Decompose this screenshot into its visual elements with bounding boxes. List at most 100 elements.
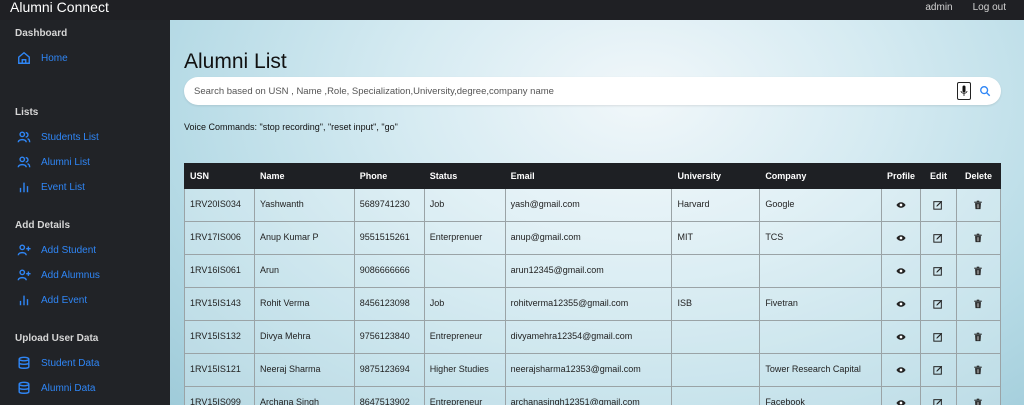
database-icon — [16, 356, 32, 370]
cell-usn: 1RV20IS034 — [184, 188, 255, 222]
table-row: 1RV15IS099 Archana Singh 8647513902 Entrepr… — [184, 386, 1002, 405]
cell-university — [671, 254, 761, 288]
profile-button[interactable] — [880, 386, 922, 405]
bar-chart-icon — [16, 180, 32, 194]
profile-button[interactable] — [880, 188, 922, 222]
sidebar-item-alumni-data[interactable]: Alumni Data — [16, 381, 95, 395]
column-header-status: Status — [423, 163, 506, 189]
column-header-company: Company — [759, 163, 882, 189]
eye-icon — [896, 334, 906, 341]
table-row: 1RV20IS034 Yashwanth 5689741230 Job yash@gma… — [184, 188, 1002, 222]
delete-button[interactable] — [955, 386, 1002, 405]
sidebar-section-add-details: Add Details — [15, 220, 71, 231]
delete-button[interactable] — [955, 188, 1002, 222]
cell-university: ISB — [671, 287, 761, 321]
user-plus-icon — [16, 243, 32, 257]
edit-icon — [933, 300, 943, 309]
trash-icon — [974, 398, 983, 405]
edit-icon — [933, 201, 943, 210]
cell-company: Fivetran — [759, 287, 882, 321]
edit-icon — [933, 267, 943, 276]
sidebar-item-label: Students List — [41, 131, 99, 143]
delete-button[interactable] — [955, 287, 1002, 321]
profile-button[interactable] — [880, 254, 922, 288]
trash-icon — [974, 332, 983, 342]
bar-chart-icon — [16, 293, 32, 307]
profile-button[interactable] — [880, 320, 922, 354]
cell-phone: 9086666666 — [353, 254, 425, 288]
user-plus-icon — [16, 268, 32, 282]
cell-usn: 1RV16IS061 — [184, 254, 255, 288]
sidebar-item-label: Student Data — [41, 357, 100, 369]
edit-icon — [933, 366, 943, 375]
eye-icon — [896, 367, 906, 374]
cell-usn: 1RV15IS121 — [184, 353, 255, 387]
cell-email: yash@gmail.com — [504, 188, 673, 222]
search-button[interactable] — [979, 84, 993, 98]
sidebar-item-label: Alumni Data — [41, 382, 96, 394]
cell-email: anup@gmail.com — [504, 221, 673, 255]
database-icon — [16, 381, 32, 395]
cell-usn: 1RV15IS099 — [184, 386, 255, 405]
column-header-name: Name — [253, 163, 355, 189]
cell-name: Arun — [253, 254, 355, 288]
sidebar-item-add-alumnus[interactable]: Add Alumnus — [16, 268, 100, 282]
sidebar-item-student-data[interactable]: Student Data — [16, 356, 99, 370]
microphone-button[interactable] — [957, 82, 971, 100]
edit-icon — [933, 333, 943, 342]
cell-phone: 8647513902 — [353, 386, 425, 405]
search-icon — [980, 86, 991, 97]
cell-email: archanasingh12351@gmail.com — [504, 386, 673, 405]
cell-usn: 1RV15IS132 — [184, 320, 255, 354]
sidebar-item-add-student[interactable]: Add Student — [16, 243, 96, 257]
edit-button[interactable] — [920, 320, 957, 354]
edit-button[interactable] — [920, 353, 957, 387]
cell-phone: 9756123840 — [353, 320, 425, 354]
cell-name: Divya Mehra — [253, 320, 355, 354]
cell-status: Job — [423, 188, 506, 222]
cell-university: Harvard — [671, 188, 761, 222]
column-header-usn: USN — [184, 163, 255, 189]
trash-icon — [974, 299, 983, 309]
cell-company — [759, 320, 882, 354]
users-icon — [16, 130, 32, 144]
sidebar-item-home[interactable]: Home — [16, 51, 68, 65]
delete-button[interactable] — [955, 353, 1002, 387]
cell-usn: 1RV15IS143 — [184, 287, 255, 321]
edit-button[interactable] — [920, 221, 957, 255]
top-navbar: Alumni Connect admin Log out — [0, 0, 1024, 20]
cell-usn: 1RV17IS006 — [184, 221, 255, 255]
sidebar-section-dashboard: Dashboard — [15, 28, 68, 39]
cell-name: Anup Kumar P — [253, 221, 355, 255]
home-icon — [16, 51, 32, 65]
cell-email: neerajsharma12353@gmail.com — [504, 353, 673, 387]
cell-status: Entrepreneur — [423, 386, 506, 405]
admin-link[interactable]: admin — [925, 2, 952, 13]
cell-name: Rohit Verma — [253, 287, 355, 321]
table-row: 1RV17IS006 Anup Kumar P 9551515261 Enterpre… — [184, 221, 1002, 255]
logout-link[interactable]: Log out — [973, 2, 1006, 13]
delete-button[interactable] — [955, 320, 1002, 354]
edit-button[interactable] — [920, 386, 957, 405]
cell-status: Enterprenuer — [423, 221, 506, 255]
profile-button[interactable] — [880, 221, 922, 255]
app-brand[interactable]: Alumni Connect — [10, 0, 109, 15]
delete-button[interactable] — [955, 221, 1002, 255]
cell-phone: 9551515261 — [353, 221, 425, 255]
edit-button[interactable] — [920, 188, 957, 222]
sidebar-item-add-event[interactable]: Add Event — [16, 293, 87, 307]
cell-company: Google — [759, 188, 882, 222]
sidebar-item-alumni-list[interactable]: Alumni List — [16, 155, 90, 169]
sidebar-item-event-list[interactable]: Event List — [16, 180, 85, 194]
sidebar: Dashboard Home Lists Students List Alumn… — [0, 20, 170, 405]
sidebar-item-label: Home — [41, 52, 68, 64]
cell-university — [671, 386, 761, 405]
edit-button[interactable] — [920, 287, 957, 321]
cell-status: Job — [423, 287, 506, 321]
sidebar-item-students-list[interactable]: Students List — [16, 130, 99, 144]
profile-button[interactable] — [880, 353, 922, 387]
delete-button[interactable] — [955, 254, 1002, 288]
edit-button[interactable] — [920, 254, 957, 288]
search-input[interactable] — [194, 83, 944, 99]
profile-button[interactable] — [880, 287, 922, 321]
